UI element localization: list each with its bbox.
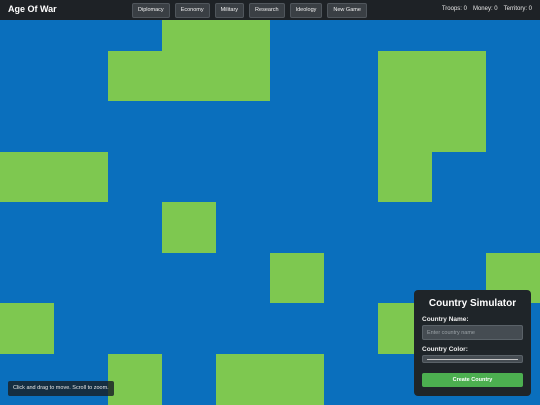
top-bar: Age Of War Diplomacy Economy Military Re… — [0, 0, 540, 20]
country-color-picker[interactable] — [422, 355, 523, 363]
land-tile[interactable] — [162, 202, 216, 253]
country-color-label: Country Color: — [422, 346, 468, 353]
country-name-label: Country Name: — [422, 316, 469, 323]
map-controls-hint: Click and drag to move. Scroll to zoom. — [8, 381, 114, 396]
panel-title: Country Simulator — [428, 298, 517, 309]
economy-button[interactable]: Economy — [174, 3, 210, 18]
money-stat: Money: 0 — [472, 6, 498, 12]
land-tile[interactable] — [108, 354, 162, 405]
main-nav: Diplomacy Economy Military Research Ideo… — [132, 3, 367, 18]
country-name-input[interactable] — [422, 325, 523, 340]
land-tile[interactable] — [162, 20, 270, 51]
color-swatch — [427, 359, 518, 360]
territory-stat: Territory: 0 — [503, 6, 532, 12]
land-tile[interactable] — [378, 51, 486, 152]
military-button[interactable]: Military — [214, 3, 245, 18]
app-title: Age Of War — [8, 4, 57, 14]
troops-stat: Troops: 0 — [441, 6, 467, 12]
research-button[interactable]: Research — [249, 3, 285, 18]
new-game-button[interactable]: New Game — [327, 3, 367, 18]
create-country-button[interactable]: Create Country — [422, 373, 523, 387]
land-tile[interactable] — [108, 51, 270, 101]
land-tile[interactable] — [270, 253, 324, 303]
land-tile[interactable] — [0, 303, 54, 354]
country-simulator-panel: Country Simulator Country Name: Country … — [414, 290, 531, 396]
land-tile[interactable] — [378, 152, 432, 202]
land-tile[interactable] — [0, 152, 108, 202]
stats-bar: Troops: 0 Money: 0 Territory: 0 — [442, 6, 532, 12]
ideology-button[interactable]: Ideology — [289, 3, 323, 18]
land-tile[interactable] — [216, 354, 324, 405]
diplomacy-button[interactable]: Diplomacy — [132, 3, 170, 18]
